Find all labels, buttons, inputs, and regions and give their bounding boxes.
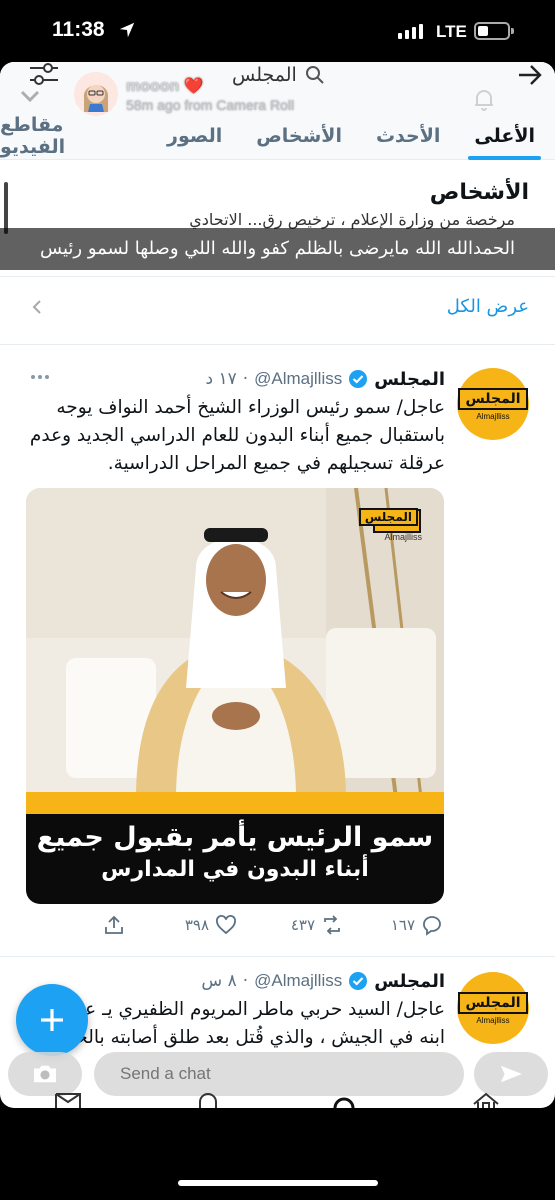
like-button[interactable]: ٣٩٨ [185, 914, 237, 936]
snap-story-header: mooon ❤️ 58m ago from Camera Roll [74, 72, 294, 116]
media-caption-line-2: أبناء البدون في المدارس [101, 857, 369, 882]
battery-icon [474, 22, 514, 40]
send-icon [500, 1065, 522, 1083]
avatar[interactable] [74, 72, 118, 116]
more-icon[interactable] [30, 374, 50, 380]
screen: المجلس mooon ❤️ 58m ago from Camera Roll [0, 62, 555, 1108]
avatar-logo-en: Almajlliss [476, 1015, 510, 1025]
people-section-title: الأشخاص [429, 180, 529, 205]
tweet-photo [26, 488, 444, 798]
like-icon [216, 915, 236, 935]
bell-icon[interactable] [471, 86, 497, 112]
search-tab-icon[interactable] [330, 1092, 358, 1108]
tweet-media[interactable]: المجلس Almajlliss سمو الرئيس يأمر بقبول … [26, 488, 444, 904]
camera-button[interactable] [8, 1052, 82, 1096]
status-bar: 11:38 LTE [0, 0, 555, 62]
tweet-handle[interactable]: @Almajlliss [254, 971, 342, 991]
tweet-header: المجلس @Almajlliss · ٨ س [201, 968, 445, 994]
snap-username[interactable]: mooon ❤️ [126, 76, 294, 96]
camera-icon [34, 1065, 56, 1083]
tweet-separator: · [242, 369, 249, 389]
people-bio-fragment: مرخصة من وزارة الإعلام ، ترخيص رق... الا… [189, 210, 515, 229]
tab-people[interactable]: الأشخاص [256, 125, 342, 147]
send-button[interactable] [474, 1052, 548, 1096]
compose-button[interactable] [16, 984, 88, 1056]
verified-icon [349, 972, 368, 990]
snap-subtitle: 58m ago from Camera Roll [126, 96, 295, 113]
network-label: LTE [436, 22, 467, 41]
chevron-left-icon [32, 300, 41, 314]
share-button[interactable] [103, 914, 125, 936]
search-icon [305, 66, 324, 84]
tab-videos[interactable]: مقاطع الفيديو [0, 114, 133, 158]
plus-icon [41, 1009, 63, 1031]
divider [0, 956, 555, 957]
home-icon[interactable] [472, 1092, 500, 1108]
scroll-indicator [4, 182, 8, 234]
location-icon [119, 22, 135, 38]
tweet-avatar[interactable]: المجلس Almajlliss [457, 972, 529, 1044]
status-time: 11:38 [52, 18, 105, 41]
avatar-logo-en: Almajlliss [476, 411, 510, 421]
tweet-text: عاجل/ السيد حربي ماطر المريوم الظفيري يـ… [26, 999, 445, 1048]
chat-input[interactable] [94, 1052, 464, 1096]
avatar-logo-text: المجلس [458, 991, 528, 1014]
retweet-button[interactable]: ٤٣٧ [291, 914, 343, 936]
tweet-actions: ١٦٧ ٤٣٧ ٣٩٨ [0, 914, 555, 944]
tweet-separator: · [242, 971, 249, 991]
tweet-author-name[interactable]: المجلس [374, 971, 445, 992]
show-all-link[interactable]: عرض الكل [447, 296, 529, 317]
media-caption: سمو الرئيس يأمر بقبول جميع أبناء البدون … [26, 814, 444, 904]
verified-icon [349, 370, 368, 388]
reply-button[interactable]: ١٦٧ [391, 914, 443, 936]
tweet-header: المجلس @Almajlliss · ١٧ د [205, 366, 445, 392]
retweet-count: ٤٣٧ [290, 916, 315, 934]
media-band [26, 792, 444, 814]
media-logo-en: Almajlliss [384, 532, 422, 542]
share-icon [105, 915, 123, 934]
tweet-avatar[interactable]: المجلس Almajlliss [457, 368, 529, 440]
reply-icon [423, 916, 441, 936]
divider [0, 344, 555, 345]
tweet-time: ١٧ د [205, 369, 237, 389]
tweet-text: عاجل/ سمو رئيس الوزراء الشيخ أحمد النواف… [29, 397, 445, 474]
mail-icon[interactable] [54, 1092, 82, 1108]
chevron-down-icon[interactable] [18, 84, 42, 108]
avatar-logo-text: المجلس [458, 387, 528, 410]
divider [0, 276, 555, 277]
tab-latest[interactable]: الأحدث [376, 125, 440, 147]
tab-photos[interactable]: الصور [167, 125, 222, 147]
tab-bar: مقاطع الفيديو الصور الأشخاص الأحدث الأعل… [0, 112, 555, 160]
tweet-time: ٨ س [201, 971, 237, 991]
tab-top[interactable]: الأعلى [468, 125, 541, 160]
media-caption-line-1: سمو الرئيس يأمر بقبول جميع [36, 822, 434, 853]
reply-count: ١٦٧ [390, 916, 415, 934]
tweet-handle[interactable]: @Almajlliss [254, 369, 342, 389]
tab-bar-peek [0, 1092, 555, 1108]
bell-tab-icon[interactable] [194, 1092, 222, 1108]
snap-caption-overlay: الحمدالله الله مايرضى بالظلم كفو والله ا… [0, 228, 555, 270]
home-indicator[interactable] [178, 1180, 378, 1186]
back-arrow-icon[interactable] [517, 64, 543, 86]
tweet-author-name[interactable]: المجلس [374, 369, 445, 390]
media-logo: المجلس [358, 508, 418, 526]
retweet-icon [324, 915, 340, 935]
search-header: المجلس mooon ❤️ 58m ago from Camera Roll [0, 62, 555, 160]
signal-icon [398, 24, 423, 39]
like-count: ٣٩٨ [184, 916, 209, 934]
